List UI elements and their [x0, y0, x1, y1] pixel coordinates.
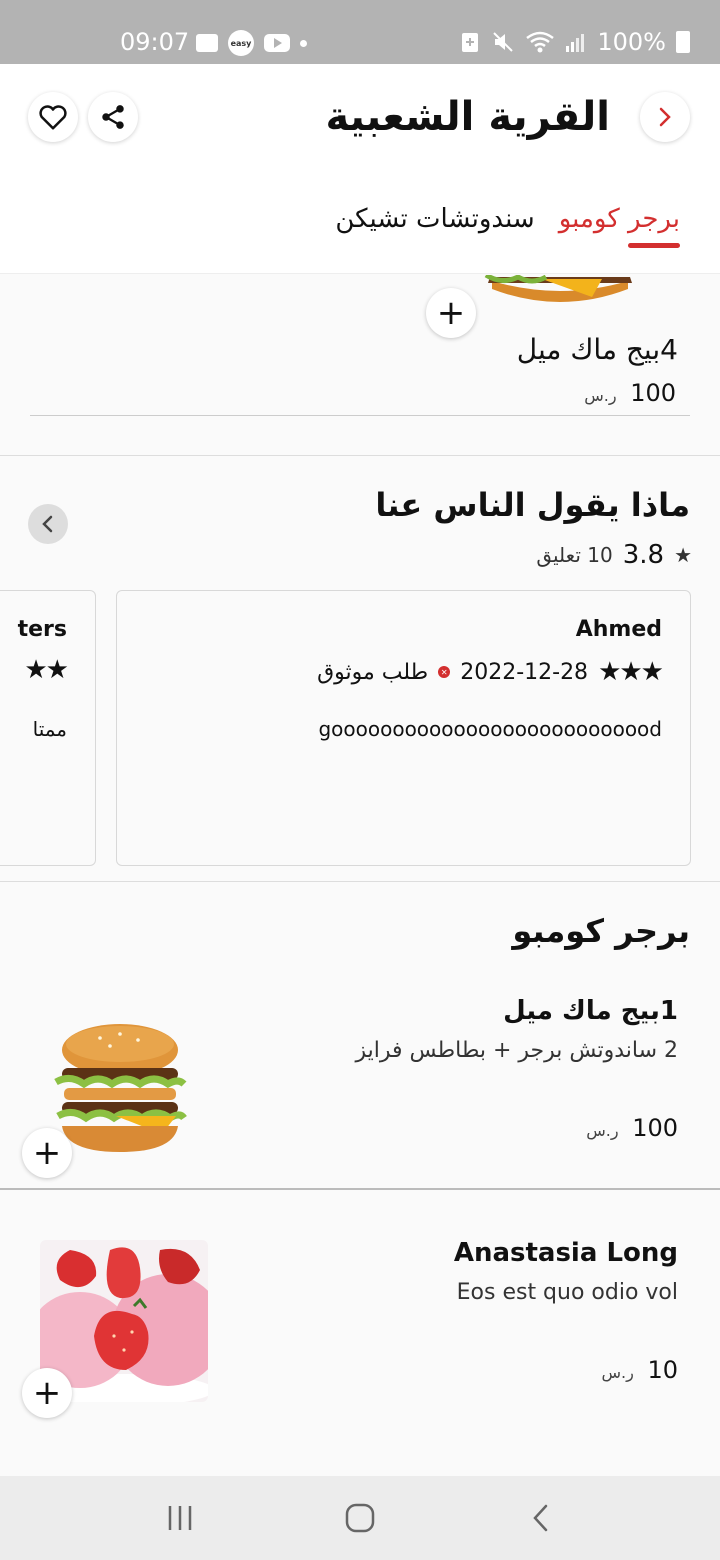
back-arrow-icon	[533, 1504, 548, 1532]
share-button[interactable]	[88, 92, 138, 142]
wifi-icon	[526, 31, 555, 53]
review-stars: ★★★	[598, 657, 664, 687]
rating-summary: ★ 3.8 10 تعليق	[536, 540, 692, 570]
product-currency: ر.س	[601, 1363, 634, 1382]
signal-icon	[566, 34, 585, 52]
product-name: 4بيج ماك ميل	[516, 333, 678, 366]
recent-apps-button[interactable]	[160, 1498, 200, 1538]
battery-percentage: 100%	[597, 28, 666, 56]
product-description: 2 ساندوتش برجر + بطاطس فرايز	[355, 1038, 678, 1063]
system-navigation-bar	[0, 1476, 720, 1560]
recent-apps-icon	[168, 1506, 192, 1530]
home-button[interactable]	[340, 1498, 380, 1538]
product-image-burger	[50, 1022, 190, 1156]
status-notification-icons: easy	[196, 30, 307, 56]
product-name: Anastasia Long	[453, 1238, 678, 1268]
system-back-button[interactable]	[520, 1498, 560, 1538]
favorite-button[interactable]	[28, 92, 78, 142]
section-title: برجر كومبو	[512, 912, 690, 950]
reviewer-name: Ahmed	[575, 617, 662, 642]
add-to-cart-button[interactable]: +	[426, 288, 476, 338]
gallery-icon	[196, 34, 218, 52]
review-card: ters ★★ ممتا	[0, 590, 96, 866]
product-name: 1بيج ماك ميل	[503, 996, 678, 1026]
chevron-right-icon	[659, 107, 671, 127]
home-icon	[345, 1503, 375, 1533]
product-card-partial[interactable]: + 4بيج ماك ميل 100 ر.س	[0, 275, 720, 455]
review-stars: ★★	[24, 655, 69, 685]
battery-saver-icon	[462, 33, 479, 52]
product-card[interactable]: Anastasia Long Eos est quo odio vol 10 ر…	[0, 1192, 720, 1476]
review-text: gooooooooooooooooooooooooood	[318, 717, 662, 741]
easy-app-icon: easy	[228, 30, 254, 56]
product-currency: ر.س	[584, 386, 617, 405]
page-title: القرية الشعبية	[325, 94, 610, 140]
add-to-cart-button[interactable]: +	[22, 1128, 72, 1178]
product-price-value: 100	[632, 1114, 678, 1142]
youtube-icon	[264, 34, 290, 52]
product-currency: ر.س	[586, 1121, 619, 1140]
reviews-section: ماذا يقول الناس عنا ★ 3.8 10 تعليق Ahmed…	[0, 455, 720, 882]
status-bar: 09:07 easy 100%	[0, 0, 720, 64]
back-button[interactable]	[640, 92, 690, 142]
add-to-cart-button[interactable]: +	[22, 1368, 72, 1418]
verified-icon: ✕	[438, 666, 451, 678]
reviewer-name: ters	[17, 617, 67, 642]
mute-icon	[493, 32, 514, 52]
product-price: 100 ر.س	[584, 379, 676, 407]
review-card: Ahmed ★★★ 2022-12-28 ✕ طلب موثوق goooooo…	[116, 590, 691, 866]
verified-label: طلب موثوق	[317, 659, 429, 685]
rating-star-icon: ★	[674, 543, 692, 567]
product-image-burger	[482, 275, 638, 311]
status-time: 09:07	[120, 28, 190, 56]
category-tabs: برجر كومبو سندوتشات تشيكن	[335, 204, 681, 248]
battery-icon	[676, 31, 690, 53]
review-count: 10 تعليق	[536, 543, 613, 567]
product-description: Eos est quo odio vol	[456, 1280, 678, 1305]
product-price-value: 10	[647, 1356, 678, 1384]
restaurant-header: القرية الشعبية برجر كومبو سندوتشات تشيكن	[0, 64, 720, 274]
tab-burger-combo[interactable]: برجر كومبو	[559, 204, 681, 248]
more-notifications-dot-icon	[300, 39, 307, 47]
product-card[interactable]: 1بيج ماك ميل 2 ساندوتش برجر + بطاطس فراي…	[0, 970, 720, 1190]
product-price: 100 ر.س	[586, 1114, 678, 1142]
status-system-icons: 100%	[459, 28, 690, 56]
review-date: 2022-12-28	[460, 659, 589, 685]
reviews-prev-button[interactable]	[28, 504, 68, 544]
heart-icon	[39, 105, 67, 130]
rating-value: 3.8	[622, 540, 665, 570]
reviews-title: ماذا يقول الناس عنا	[375, 486, 690, 524]
review-text: ممتا	[32, 717, 67, 741]
tab-chicken-sandwiches[interactable]: سندوتشات تشيكن	[335, 204, 534, 248]
share-icon	[102, 105, 124, 129]
chevron-left-icon	[42, 515, 53, 533]
product-price-value: 100	[630, 379, 676, 407]
product-price: 10 ر.س	[601, 1356, 678, 1384]
review-meta: ★★★ 2022-12-28 ✕ طلب موثوق	[317, 657, 664, 687]
divider	[30, 415, 690, 416]
